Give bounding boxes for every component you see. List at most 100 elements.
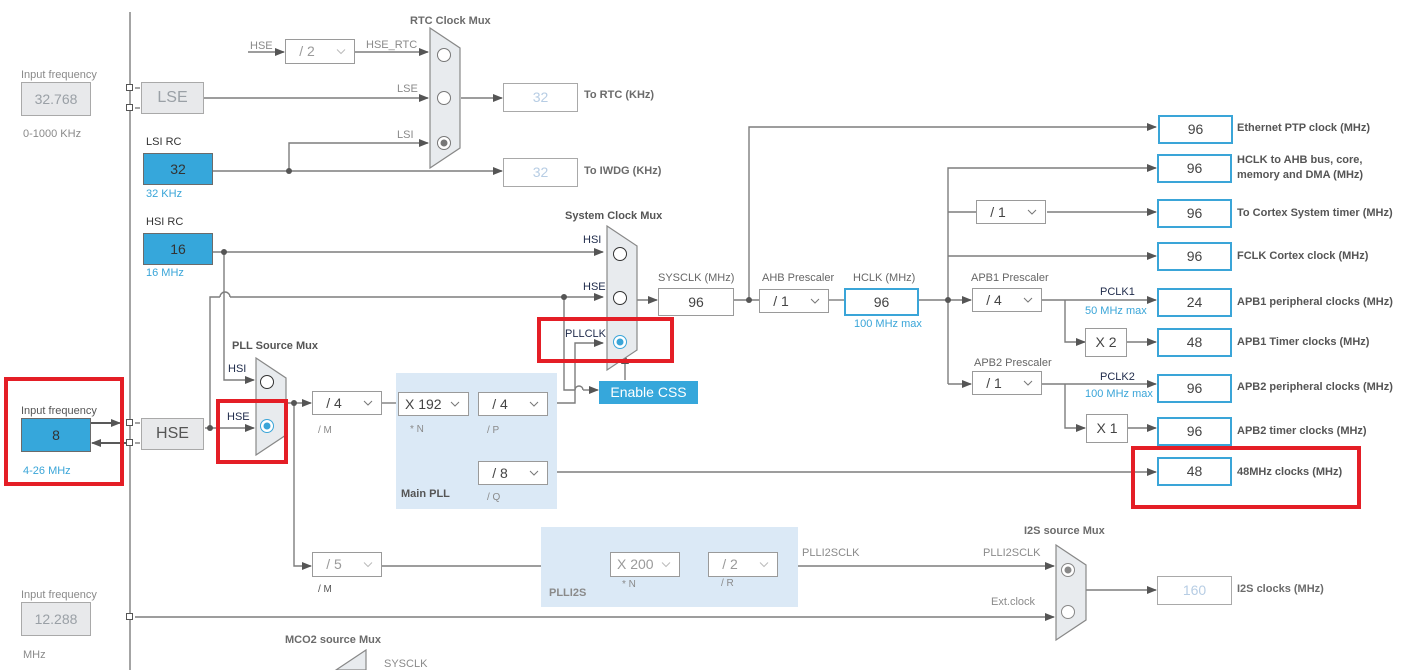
i2s-radio-ext-clock[interactable]: [1061, 605, 1075, 619]
pclk1-label: PCLK1: [1100, 286, 1135, 298]
pll-n-select[interactable]: X 192: [398, 392, 469, 416]
output-fclk-value[interactable]: 96: [1157, 242, 1232, 271]
ahb-prescaler-select[interactable]: / 1: [759, 289, 829, 313]
pll-q-select[interactable]: / 8: [478, 461, 548, 485]
hse-block[interactable]: HSE: [141, 418, 204, 450]
sysmux-input-hse: HSE: [583, 281, 606, 293]
pll-n-label: * N: [410, 424, 424, 435]
sysmux-radio-hsi[interactable]: [613, 247, 627, 261]
hsi-rc-value: 16: [143, 233, 213, 265]
i2s-mux-title: I2S source Mux: [1024, 525, 1105, 537]
i2s-input-ext-clock: Ext.clock: [991, 596, 1036, 608]
chevron-down-icon: [336, 49, 346, 55]
enable-css-button[interactable]: Enable CSS: [599, 381, 698, 404]
ext-port: [126, 613, 133, 620]
i2s-input-plli2sclk: PLLI2SCLK: [983, 547, 1041, 559]
to-iwdg-label: To IWDG (KHz): [584, 165, 662, 177]
plli2s-m-select[interactable]: / 5: [312, 552, 382, 577]
ahb-prescaler-label: AHB Prescaler: [762, 272, 835, 284]
output-apb1-timer-value[interactable]: 48: [1157, 328, 1232, 357]
pll-source-radio-hsi[interactable]: [260, 375, 274, 389]
rtc-input-hse-rtc-label: HSE_RTC: [366, 39, 418, 51]
hse-port-out: [126, 439, 133, 446]
ext-input-frequency-field[interactable]: 12.288: [21, 602, 91, 636]
apb1-max-note: 50 MHz max: [1085, 305, 1147, 317]
output-apb2-peripheral-value[interactable]: 96: [1157, 374, 1232, 403]
system-clock-mux-title: System Clock Mux: [565, 210, 663, 222]
plli2s-n-label: * N: [622, 579, 636, 590]
output-apb1-peripheral-value[interactable]: 24: [1157, 288, 1232, 317]
i2s-clock-label: I2S clocks (MHz): [1237, 583, 1324, 595]
plli2s-n-select[interactable]: X 200: [610, 552, 680, 577]
pll-source-input-hsi: HSI: [228, 363, 247, 375]
chevron-down-icon: [1027, 209, 1037, 215]
cortex-timer-divider-select[interactable]: / 1: [976, 200, 1046, 224]
chevron-down-icon: [1023, 380, 1033, 386]
output-cortex-timer-value[interactable]: 96: [1157, 199, 1232, 228]
to-iwdg-value: 32: [503, 158, 578, 187]
chevron-down-icon: [363, 562, 373, 568]
lse-block[interactable]: LSE: [141, 82, 204, 114]
hse-input-highlight: [4, 377, 124, 486]
ahb-prescaler-value: / 1: [773, 293, 789, 309]
chevron-down-icon: [759, 562, 769, 568]
output-apb2-peripheral-label: APB2 peripheral clocks (MHz): [1237, 381, 1393, 393]
pll-m-select[interactable]: / 4: [312, 391, 382, 415]
cortex-timer-divider-value: / 1: [990, 204, 1006, 220]
pll-m-label: / M: [318, 425, 332, 436]
apb1-prescaler-select[interactable]: / 4: [972, 288, 1042, 312]
output-hclk-ahb-value[interactable]: 96: [1157, 154, 1232, 183]
rtc-hse-divider-value: / 2: [299, 43, 315, 59]
rtc-radio-lse[interactable]: [437, 91, 451, 105]
lsi-rc-note: 32 KHz: [146, 188, 183, 200]
output-ethernet-ptp-label: Ethernet PTP clock (MHz): [1237, 122, 1371, 134]
chevron-down-icon: [450, 401, 460, 407]
plli2s-r-label: / R: [721, 578, 734, 589]
mco2-mux-title: MCO2 source Mux: [285, 634, 381, 646]
output-fclk-label: FCLK Cortex clock (MHz): [1237, 250, 1369, 262]
pll-q-value: / 8: [492, 465, 508, 481]
plli2s-title: PLLI2S: [549, 587, 587, 599]
hclk-value-field[interactable]: 96: [844, 288, 919, 316]
apb1-prescaler-value: / 4: [986, 292, 1002, 308]
lse-port-in: [126, 84, 133, 91]
sysclk-value: 96: [658, 288, 734, 316]
chevron-down-icon: [1023, 297, 1033, 303]
rtc-radio-hse-rtc[interactable]: [437, 48, 451, 62]
sysmux-radio-hse[interactable]: [613, 291, 627, 305]
pll-q-label: / Q: [487, 492, 501, 503]
output-ethernet-ptp-value[interactable]: 96: [1158, 115, 1233, 144]
output-cortex-timer-label: To Cortex System timer (MHz): [1237, 207, 1393, 219]
main-pll-title: Main PLL: [401, 488, 450, 500]
pll-n-value: X 192: [405, 396, 442, 412]
48mhz-highlight: [1131, 446, 1361, 509]
rtc-mux-title: RTC Clock Mux: [410, 15, 491, 27]
output-apb2-timer-value[interactable]: 96: [1157, 417, 1232, 446]
hclk-label: HCLK (MHz): [853, 272, 916, 284]
apb2-max-note: 100 MHz max: [1085, 388, 1153, 400]
pll-p-label: / P: [487, 425, 500, 436]
chevron-down-icon: [529, 401, 539, 407]
output-apb1-peripheral-label: APB1 peripheral clocks (MHz): [1237, 296, 1393, 308]
pll-p-select[interactable]: / 4: [478, 392, 548, 416]
to-rtc-value: 32: [503, 83, 578, 112]
pll-source-mux-title: PLL Source Mux: [232, 340, 318, 352]
sysmux-input-hsi: HSI: [583, 234, 602, 246]
plli2s-m-label: / M: [318, 584, 332, 595]
pllclk-highlight: [537, 317, 674, 363]
hsi-rc-title: HSI RC: [146, 216, 184, 228]
i2s-clock-value: 160: [1157, 576, 1232, 605]
lse-input-frequency-field[interactable]: 32.768: [21, 82, 91, 116]
ext-input-frequency-label: Input frequency: [21, 589, 97, 601]
rtc-mux-radios[interactable]: [436, 45, 452, 155]
lsi-rc-value: 32: [143, 153, 213, 185]
lse-input-frequency-label: Input frequency: [21, 69, 97, 81]
output-hclk-ahb-label: HCLK to AHB bus, core,: [1237, 154, 1363, 166]
output-apb1-timer-label: APB1 Timer clocks (MHz): [1237, 336, 1370, 348]
plli2s-r-select[interactable]: / 2: [708, 552, 778, 577]
i2s-mux-radios[interactable]: [1060, 562, 1076, 620]
rtc-hse-divider-select[interactable]: / 2: [285, 39, 355, 64]
output-apb2-timer-label: APB2 timer clocks (MHz): [1237, 425, 1367, 437]
apb2-prescaler-select[interactable]: / 1: [972, 371, 1042, 395]
plli2s-out-label: PLLI2SCLK: [802, 547, 860, 559]
